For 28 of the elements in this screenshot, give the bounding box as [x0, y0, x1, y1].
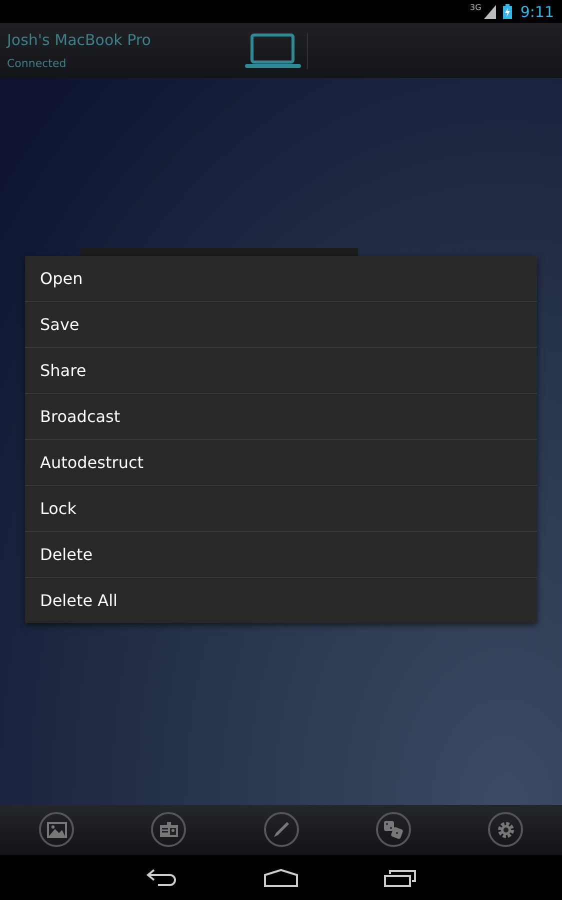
- network-type: 3G: [470, 3, 482, 12]
- id-card-icon: [158, 822, 179, 838]
- clock: 9:11: [520, 2, 554, 20]
- laptop-icon[interactable]: [244, 32, 302, 68]
- pen-icon: [272, 820, 290, 838]
- menu-item[interactable]: Open: [25, 256, 537, 302]
- gallery-button[interactable]: [39, 812, 74, 847]
- image-icon: [46, 822, 66, 838]
- contact-card-button[interactable]: [151, 812, 186, 847]
- recent-apps-icon[interactable]: [384, 868, 416, 886]
- settings-button[interactable]: [488, 812, 523, 847]
- menu-item[interactable]: Delete All: [25, 578, 537, 623]
- menu-item[interactable]: Lock: [25, 486, 537, 532]
- menu-item[interactable]: Autodestruct: [25, 440, 537, 486]
- dice-icon: [383, 820, 404, 840]
- connection-status: Connected: [7, 57, 68, 70]
- battery-icon: [503, 4, 512, 19]
- menu-item[interactable]: Broadcast: [25, 394, 537, 440]
- menu-item[interactable]: Delete: [25, 532, 537, 578]
- dice-button[interactable]: [376, 812, 411, 847]
- home-icon[interactable]: [264, 868, 298, 886]
- settings-icon: [496, 820, 516, 840]
- pen-button[interactable]: [264, 812, 298, 847]
- signal-icon: [484, 4, 496, 18]
- menu-item[interactable]: Save: [25, 302, 537, 348]
- device-name: Josh's MacBook Pro: [7, 31, 152, 49]
- back-icon[interactable]: [146, 868, 178, 886]
- menu-item[interactable]: Share: [25, 348, 537, 394]
